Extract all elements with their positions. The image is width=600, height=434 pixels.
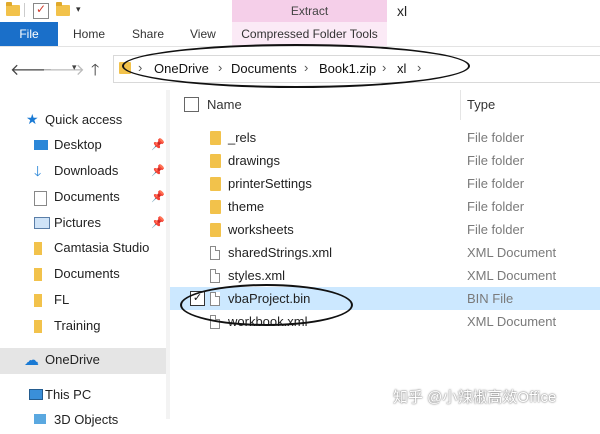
annotation-ellipse bbox=[122, 44, 470, 88]
tab-compressed-folder-tools-label: Compressed Folder Tools bbox=[241, 27, 378, 41]
pin-icon[interactable]: 📌 bbox=[151, 138, 165, 151]
cube-icon bbox=[34, 414, 46, 424]
nav-this-pc[interactable]: This PC bbox=[0, 383, 166, 409]
pin-icon[interactable]: 📌 bbox=[151, 164, 165, 177]
file-row[interactable]: theme File folder bbox=[170, 195, 600, 218]
nav-item-fl[interactable]: FL bbox=[0, 288, 166, 314]
folder-icon bbox=[210, 177, 221, 191]
file-row[interactable]: worksheets File folder bbox=[170, 218, 600, 241]
nav-3d-objects-label: 3D Objects bbox=[54, 412, 119, 427]
file-name: worksheets bbox=[228, 222, 294, 237]
window-title: xl bbox=[397, 3, 408, 19]
file-type: File folder bbox=[467, 199, 525, 214]
folder-icon bbox=[210, 131, 221, 145]
nav-item-pictures[interactable]: Pictures 📌 bbox=[0, 211, 166, 237]
watermark: 知乎 @小辣椒高效Office bbox=[393, 389, 557, 406]
file-row[interactable]: printerSettings File folder bbox=[170, 172, 600, 195]
nav-item-label: FL bbox=[54, 292, 70, 307]
nav-quick-access[interactable]: ★ Quick access bbox=[0, 108, 166, 134]
annotation-ellipse bbox=[180, 284, 353, 326]
cloud-icon: ☁ bbox=[24, 352, 39, 369]
arrow-right-icon[interactable]: 🡒 bbox=[42, 59, 85, 80]
contextual-group-header: Extract bbox=[232, 0, 387, 22]
folder-icon bbox=[210, 223, 221, 237]
nav-item-training[interactable]: Training bbox=[0, 314, 166, 340]
nav-item-label: Documents bbox=[54, 189, 120, 204]
pictures-icon bbox=[34, 217, 50, 229]
properties-icon[interactable]: ✓ bbox=[33, 2, 49, 19]
downloads-icon: 🡓 bbox=[34, 163, 42, 179]
pin-icon[interactable]: 📌 bbox=[151, 216, 165, 229]
new-folder-icon[interactable] bbox=[56, 2, 70, 17]
folder-icon bbox=[34, 242, 42, 255]
file-type: File folder bbox=[467, 176, 525, 191]
file-name: styles.xml bbox=[228, 268, 286, 283]
nav-item-label: Pictures bbox=[54, 215, 101, 230]
file-row[interactable]: sharedStrings.xml XML Document bbox=[170, 241, 600, 264]
nav-this-pc-label: This PC bbox=[45, 387, 92, 402]
file-type: File folder bbox=[467, 222, 525, 237]
nav-item-label: Camtasia Studio bbox=[54, 240, 150, 255]
column-header-type[interactable]: Type bbox=[467, 97, 495, 112]
star-icon: ★ bbox=[26, 111, 39, 127]
document-icon bbox=[210, 269, 220, 283]
file-row[interactable]: drawings File folder bbox=[170, 149, 600, 172]
nav-onedrive[interactable]: ☁ OneDrive bbox=[0, 348, 166, 374]
file-row[interactable]: styles.xml XML Document bbox=[170, 264, 600, 287]
computer-icon bbox=[29, 389, 43, 400]
tab-home[interactable]: Home bbox=[73, 27, 105, 41]
file-name: _rels bbox=[228, 130, 257, 145]
folder-icon bbox=[210, 200, 221, 214]
folder-icon bbox=[210, 154, 221, 168]
nav-item-downloads[interactable]: 🡓 Downloads 📌 bbox=[0, 159, 166, 185]
folder-icon[interactable] bbox=[6, 2, 20, 17]
select-all-checkbox[interactable] bbox=[184, 97, 199, 112]
file-type: XML Document bbox=[467, 268, 557, 283]
file-name: theme bbox=[228, 199, 265, 214]
chevron-down-icon[interactable]: ▾ bbox=[72, 62, 77, 73]
nav-item-documents-folder[interactable]: Documents bbox=[0, 262, 166, 288]
pin-icon[interactable]: 📌 bbox=[151, 190, 165, 203]
file-type: XML Document bbox=[467, 245, 557, 260]
file-name: printerSettings bbox=[228, 176, 312, 191]
file-type: File folder bbox=[467, 130, 525, 145]
file-name: sharedStrings.xml bbox=[228, 245, 333, 260]
nav-onedrive-label: OneDrive bbox=[45, 352, 100, 367]
file-type: BIN File bbox=[467, 291, 514, 306]
tab-compressed-folder-tools[interactable]: Compressed Folder Tools bbox=[232, 22, 387, 46]
nav-item-label: Downloads bbox=[54, 163, 119, 178]
nav-item-label: Desktop bbox=[54, 137, 102, 152]
nav-item-documents[interactable]: Documents 📌 bbox=[0, 185, 166, 211]
document-icon bbox=[210, 246, 220, 260]
folder-icon bbox=[34, 294, 42, 307]
arrow-up-icon[interactable]: 🡑 bbox=[91, 59, 99, 86]
nav-item-label: Documents bbox=[54, 266, 120, 281]
column-divider[interactable] bbox=[460, 90, 461, 120]
file-row[interactable]: _rels File folder bbox=[170, 126, 600, 149]
nav-3d-objects[interactable]: 3D Objects bbox=[0, 408, 166, 434]
customize-toolbar-icon[interactable]: ▾ bbox=[76, 4, 90, 18]
column-header-name[interactable]: Name bbox=[207, 97, 242, 112]
contextual-group-label: Extract bbox=[290, 4, 329, 18]
nav-item-label: Training bbox=[54, 318, 101, 333]
nav-item-desktop[interactable]: Desktop 📌 bbox=[0, 133, 166, 159]
tab-view[interactable]: View bbox=[190, 27, 216, 41]
list-header: Name Type bbox=[170, 90, 600, 120]
tab-file[interactable]: File bbox=[0, 22, 58, 46]
folder-icon bbox=[34, 320, 42, 333]
tab-share[interactable]: Share bbox=[132, 27, 164, 41]
navigation-pane: ★ Quick access Desktop 📌 🡓 Downloads 📌 D… bbox=[0, 90, 166, 427]
file-name: drawings bbox=[228, 153, 281, 168]
documents-icon bbox=[34, 191, 47, 206]
file-type: File folder bbox=[467, 153, 525, 168]
title-bar: ✓ ▾ Extract xl bbox=[0, 0, 600, 22]
separator bbox=[24, 3, 25, 17]
nav-quick-access-label: Quick access bbox=[45, 112, 123, 127]
desktop-icon bbox=[34, 140, 48, 150]
nav-item-camtasia-studio[interactable]: Camtasia Studio bbox=[0, 236, 166, 262]
folder-icon bbox=[34, 268, 42, 281]
file-list: Name Type _rels File folder drawings Fil… bbox=[170, 90, 600, 419]
file-type: XML Document bbox=[467, 314, 557, 329]
